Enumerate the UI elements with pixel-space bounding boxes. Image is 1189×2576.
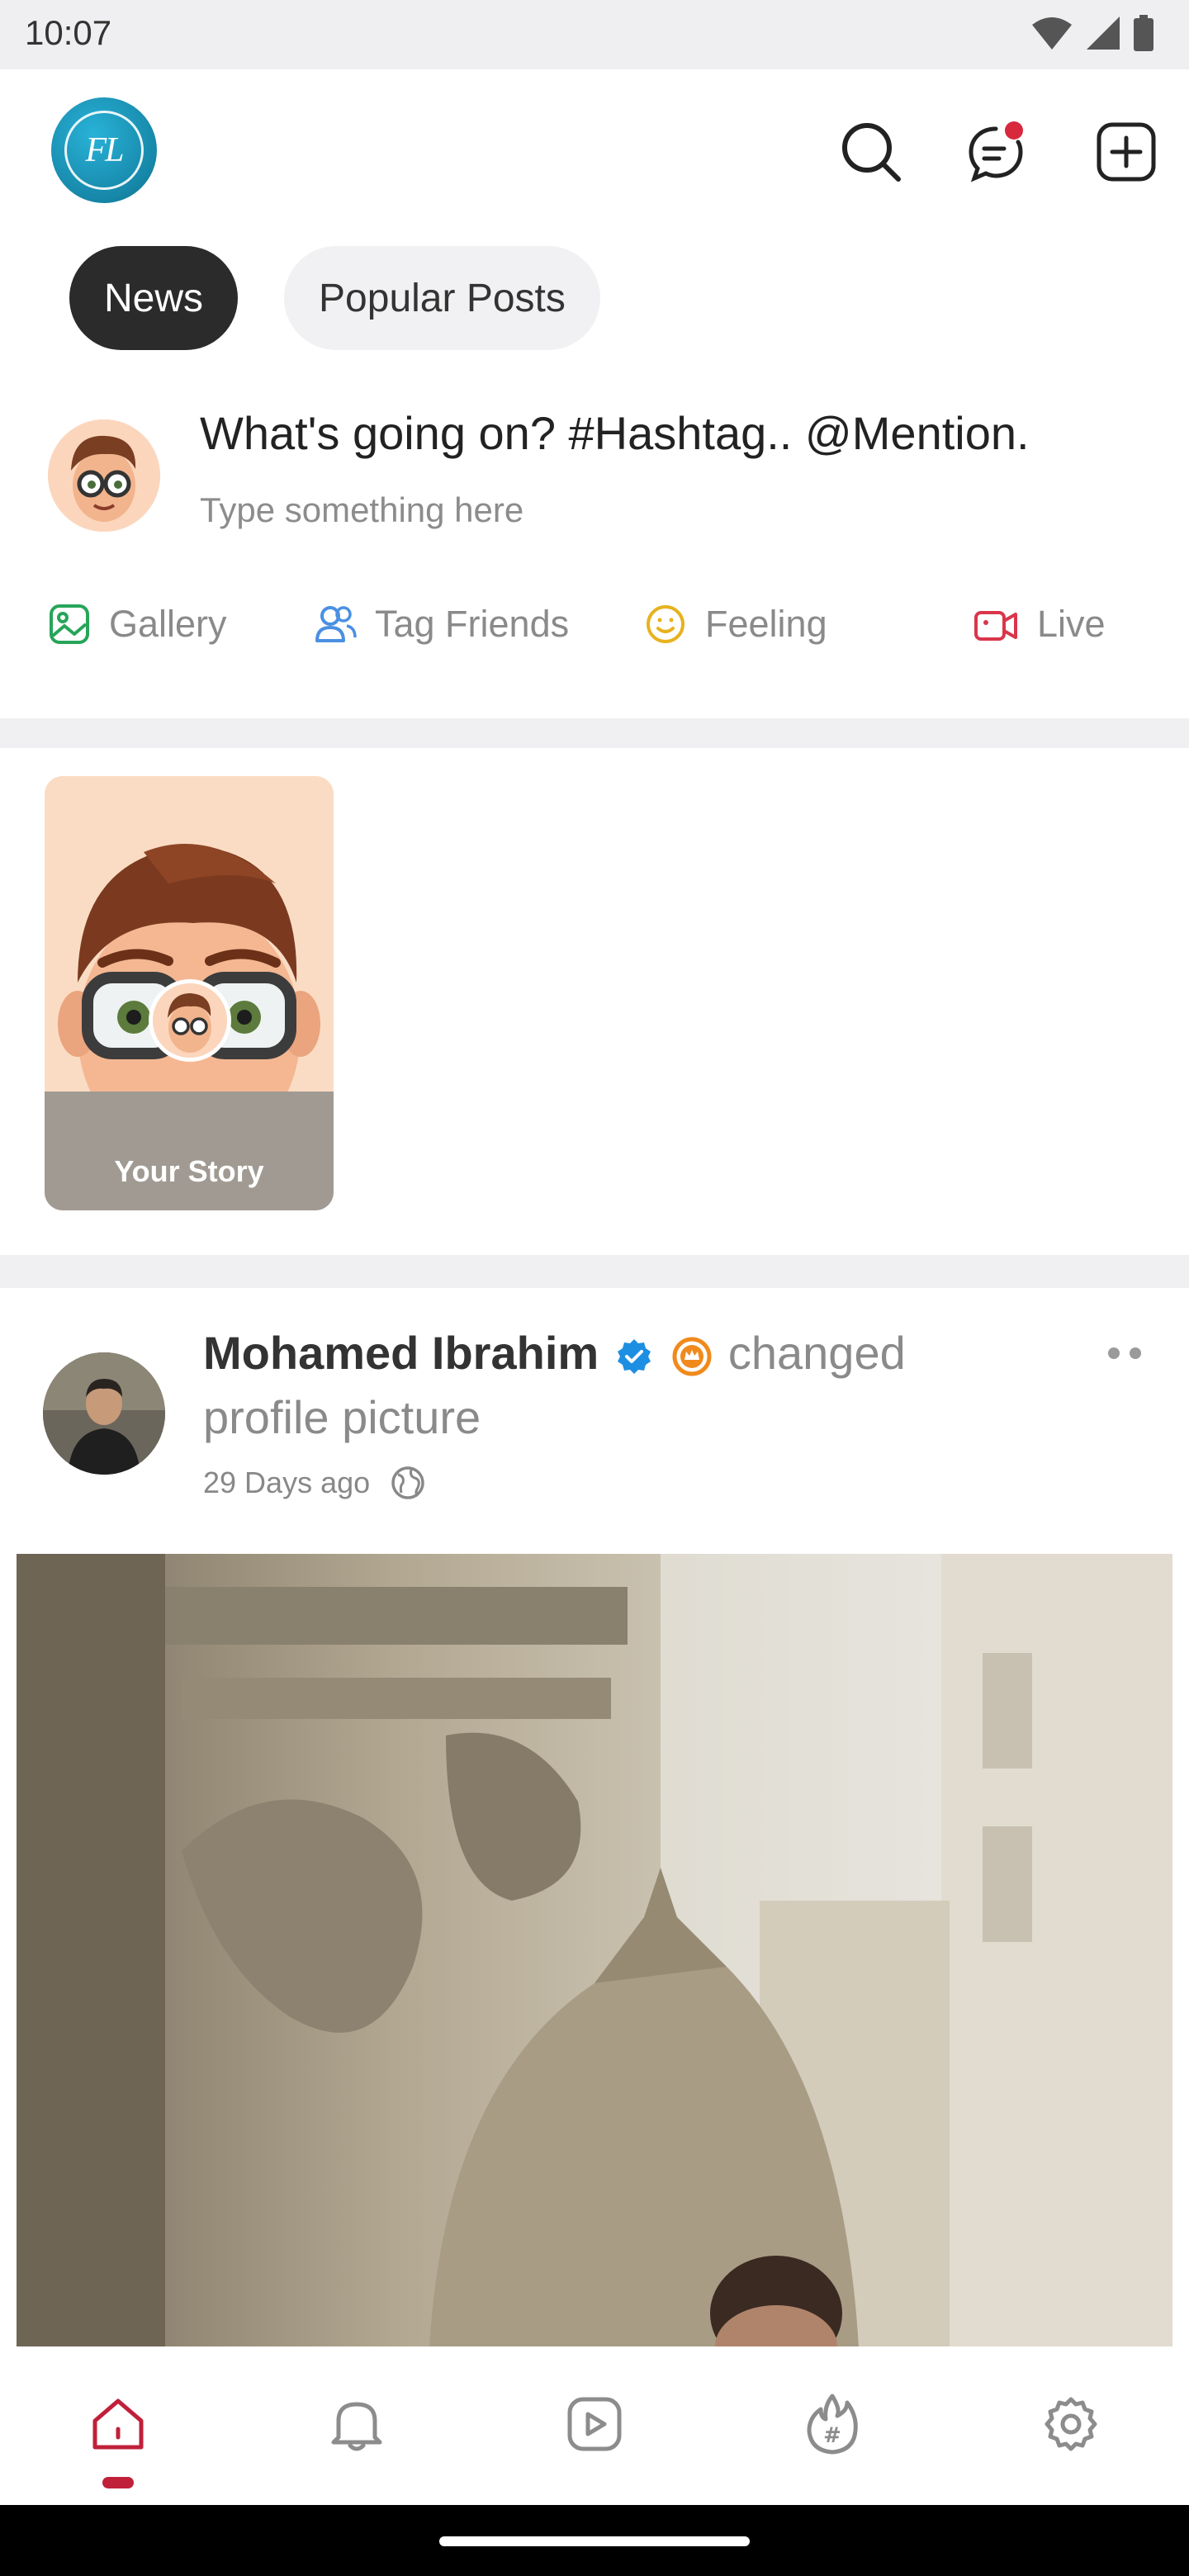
wifi-icon (1032, 17, 1072, 50)
gallery-icon (50, 604, 89, 644)
post-image[interactable] (17, 1554, 1172, 2346)
gallery-button[interactable]: Gallery (48, 603, 227, 646)
tag-friends-button[interactable]: Tag Friends (314, 603, 569, 646)
system-gesture-bar (0, 2505, 1189, 2576)
tag-friends-icon (315, 606, 357, 642)
nav-settings[interactable] (1036, 2389, 1106, 2459)
logo-text: FL (85, 131, 124, 169)
user-avatar[interactable] (48, 419, 160, 532)
live-button[interactable]: Live (973, 603, 1106, 646)
search-icon (842, 123, 901, 182)
post-photo (17, 1554, 1172, 2346)
section-divider (0, 1255, 1189, 1288)
nav-home[interactable] (83, 2389, 153, 2459)
signal-icon (1087, 17, 1120, 50)
gallery-label: Gallery (109, 603, 227, 645)
post-header: Mohamed Ibrahim changed profile picture (203, 1321, 1029, 1450)
feeling-button[interactable]: Feeling (644, 603, 827, 646)
messages-icon (969, 121, 1023, 182)
svg-text:#: # (823, 2423, 841, 2448)
section-divider (0, 718, 1189, 748)
app-logo[interactable]: FL (51, 97, 157, 203)
feed-tabs: News Popular Posts (69, 246, 600, 350)
verified-badge-icon (617, 1339, 651, 1375)
live-icon (974, 611, 1017, 641)
live-label: Live (1037, 603, 1106, 645)
battery-icon (1134, 15, 1153, 51)
home-icon (92, 2398, 144, 2450)
post-more-button[interactable] (1108, 1347, 1141, 1359)
post-time: 29 Days ago (203, 1466, 371, 1499)
status-icons (1030, 15, 1154, 51)
stories-section: Your Story (0, 748, 1189, 1255)
post-author-name[interactable]: Mohamed Ibrahim (203, 1327, 599, 1379)
your-story-label: Your Story (114, 1154, 264, 1188)
post-meta: 29 Days ago (203, 1465, 426, 1501)
tag-friends-label: Tag Friends (375, 603, 570, 645)
post-composer: What's going on? #Hashtag.. @Mention. Ty… (0, 396, 1189, 718)
status-bar: 10:07 (0, 0, 1189, 69)
messages-button[interactable] (961, 117, 1030, 187)
story-avatar (149, 979, 231, 1062)
trending-hashtag-icon: # (807, 2394, 858, 2455)
status-time: 10:07 (25, 13, 112, 52)
add-square-icon (1097, 122, 1156, 182)
pro-badge-icon (672, 1337, 712, 1376)
feeling-label: Feeling (705, 603, 827, 645)
notifications-icon (331, 2402, 382, 2451)
settings-icon (1045, 2397, 1097, 2451)
nav-trending[interactable]: # (798, 2389, 867, 2459)
app-bar: FL (0, 69, 1189, 234)
home-gesture-handle[interactable] (439, 2536, 750, 2546)
post-author-avatar[interactable] (43, 1352, 165, 1475)
composer-input[interactable]: What's going on? #Hashtag.. @Mention. (200, 406, 1030, 460)
active-tab-indicator (102, 2477, 134, 2488)
logo-ring: FL (64, 111, 144, 190)
tab-news[interactable]: News (69, 246, 239, 350)
composer-hint: Type something here (200, 490, 524, 529)
create-post-button[interactable] (1092, 117, 1161, 187)
story-footer (45, 1091, 334, 1210)
videos-icon (567, 2397, 622, 2451)
bottom-navigation: # (0, 2346, 1189, 2505)
your-story-card[interactable]: Your Story (45, 776, 334, 1210)
more-dot (1108, 1347, 1120, 1359)
more-dot (1130, 1347, 1141, 1359)
tab-popular-posts[interactable]: Popular Posts (284, 246, 600, 350)
nav-videos[interactable] (560, 2389, 629, 2459)
search-button[interactable] (836, 117, 906, 187)
composer-actions: Gallery Tag Friends Feeling Live (48, 603, 1154, 661)
nav-notifications[interactable] (322, 2389, 391, 2459)
globe-icon (391, 1466, 424, 1499)
feeling-icon (647, 605, 685, 643)
